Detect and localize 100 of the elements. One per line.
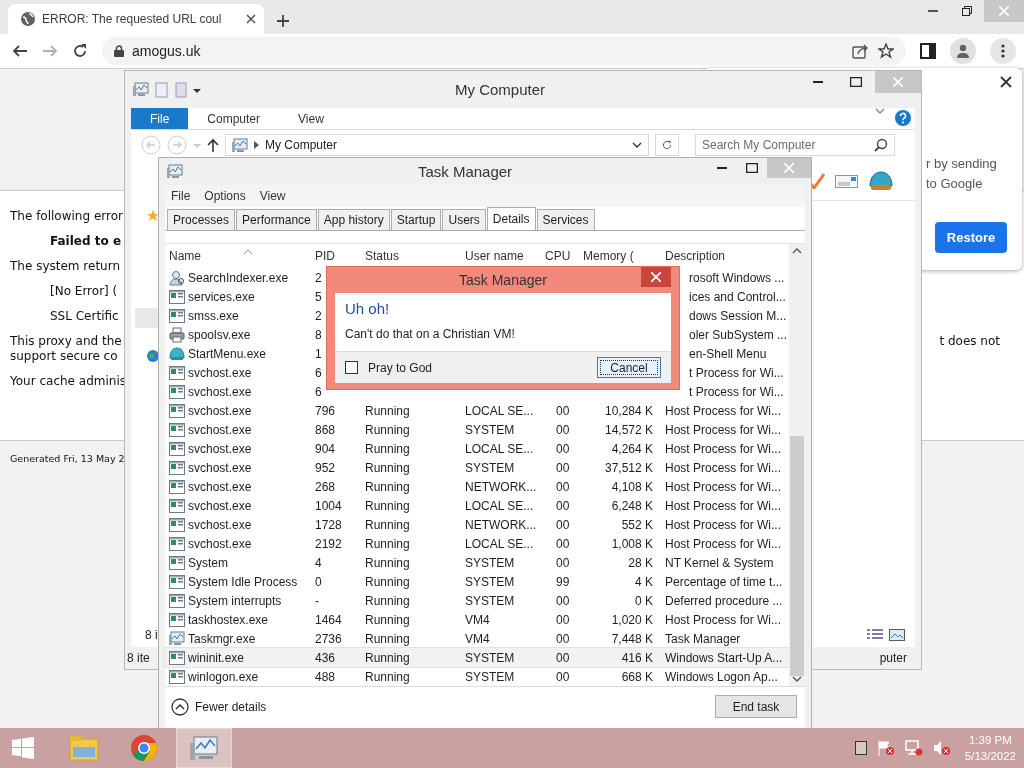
table-cell: 14,572 K bbox=[604, 422, 653, 437]
column-header[interactable]: CPU bbox=[541, 249, 579, 263]
scrollbar[interactable] bbox=[789, 244, 805, 686]
menu-item[interactable]: View bbox=[259, 189, 286, 203]
table-cell: 268 bbox=[315, 479, 336, 494]
search-field[interactable]: Search My Computer bbox=[695, 134, 895, 156]
end-task-button[interactable]: End task bbox=[715, 695, 797, 718]
tab[interactable]: Users bbox=[442, 209, 486, 230]
table-cell: 00 bbox=[556, 555, 570, 570]
cancel-button[interactable]: Cancel bbox=[597, 357, 661, 378]
share-icon[interactable] bbox=[852, 43, 870, 59]
flag-error-icon[interactable] bbox=[876, 740, 895, 756]
program-icon bbox=[169, 460, 185, 475]
tab[interactable]: Startup bbox=[390, 209, 442, 230]
taskbar-app[interactable] bbox=[176, 728, 232, 768]
table-cell: Running bbox=[365, 403, 410, 418]
restore-icon bbox=[962, 6, 972, 16]
table-cell: Running bbox=[365, 460, 410, 475]
process-name: winlogon.exe bbox=[188, 669, 259, 684]
column-header[interactable]: Status bbox=[361, 249, 461, 263]
reload-icon[interactable] bbox=[72, 43, 88, 59]
table-cell: - bbox=[315, 593, 319, 608]
process-name: svchost.exe bbox=[188, 422, 252, 437]
close-button[interactable] bbox=[641, 267, 671, 287]
help-icon[interactable] bbox=[895, 110, 911, 126]
up-icon[interactable] bbox=[207, 138, 219, 152]
address-text: amogus.uk bbox=[132, 43, 202, 59]
table-cell: 6,248 K bbox=[611, 498, 653, 513]
restore-button[interactable]: Restore bbox=[935, 222, 1007, 253]
tab[interactable]: App history bbox=[317, 209, 390, 230]
column-header[interactable]: Memory ( bbox=[579, 249, 659, 263]
menu-item[interactable]: File bbox=[171, 189, 191, 203]
monitor-chart-icon bbox=[169, 631, 185, 646]
selected-row[interactable]: wininit.exe 436 Running SYSTEM 00 416 K Windows Start-Up A... bbox=[165, 648, 789, 667]
table-cell: 952 bbox=[315, 460, 336, 475]
ribbon-tab[interactable]: File bbox=[131, 108, 189, 129]
tab[interactable]: Services bbox=[536, 209, 595, 230]
program-icon bbox=[169, 365, 185, 380]
error-text: t does not bbox=[939, 334, 1000, 348]
column-header[interactable]: PID bbox=[311, 249, 361, 263]
error-text: [No Error] ( bbox=[50, 284, 118, 298]
muted-speaker-icon[interactable] bbox=[932, 740, 951, 756]
column-header[interactable]: Name bbox=[165, 249, 311, 263]
table-cell: 4,108 K bbox=[611, 479, 653, 494]
footer-text: Generated Fri, 13 May 2 bbox=[10, 453, 125, 464]
star-icon[interactable] bbox=[878, 43, 894, 59]
network-icon[interactable] bbox=[904, 740, 923, 756]
check-icon[interactable] bbox=[809, 173, 825, 189]
card-icon[interactable] bbox=[835, 173, 859, 189]
menu-button[interactable] bbox=[990, 38, 1016, 64]
program-icon bbox=[169, 422, 185, 437]
fewer-details-link[interactable]: Fewer details bbox=[195, 699, 267, 714]
scrollbar-thumb[interactable] bbox=[790, 436, 804, 676]
column-header[interactable]: Description bbox=[659, 249, 789, 263]
process-name: Taskmgr.exe bbox=[188, 631, 256, 646]
process-name: System bbox=[188, 555, 228, 570]
column-header[interactable]: User name bbox=[461, 249, 541, 263]
lock-icon bbox=[114, 45, 124, 57]
process-name: svchost.exe bbox=[188, 460, 252, 475]
table-cell: Running bbox=[365, 555, 410, 570]
ribbon-tab[interactable]: View bbox=[279, 108, 343, 129]
close-icon[interactable] bbox=[1000, 76, 1012, 88]
plus-icon[interactable] bbox=[276, 14, 290, 28]
checkbox[interactable] bbox=[345, 361, 358, 374]
tab[interactable]: Performance bbox=[236, 209, 317, 230]
scroll-up-icon[interactable] bbox=[792, 248, 802, 254]
process-name: svchost.exe bbox=[188, 384, 252, 399]
table-cell: 1,020 K bbox=[611, 612, 653, 627]
chevron-icon bbox=[254, 141, 259, 149]
program-icon bbox=[169, 536, 185, 551]
profile-button[interactable] bbox=[950, 38, 976, 64]
close-icon[interactable] bbox=[246, 14, 256, 24]
expand-icon[interactable] bbox=[875, 108, 885, 116]
scroll-down-icon[interactable] bbox=[792, 676, 802, 682]
collapse-icon[interactable] bbox=[171, 697, 189, 716]
item-count: 8 i bbox=[145, 628, 158, 642]
close-icon bbox=[784, 163, 794, 173]
ribbon-tab[interactable]: Computer bbox=[188, 108, 280, 129]
table-cell: 00 bbox=[556, 593, 570, 608]
large-icons-icon[interactable] bbox=[889, 629, 905, 641]
error-text: This proxy and the bbox=[10, 334, 122, 348]
tab[interactable]: Processes bbox=[167, 209, 236, 230]
address-bar[interactable]: amogus.uk bbox=[102, 37, 906, 65]
checkbox-label: Pray to God bbox=[368, 360, 433, 375]
side-panel-icon[interactable] bbox=[920, 43, 936, 59]
address-field[interactable]: My Computer bbox=[225, 134, 649, 156]
browser-tab[interactable]: ERROR: The requested URL coul bbox=[8, 4, 264, 34]
tab[interactable]: Details bbox=[486, 207, 536, 230]
refresh-button[interactable] bbox=[655, 134, 679, 156]
program-icon bbox=[169, 384, 185, 399]
process-name: System Idle Process bbox=[188, 574, 298, 589]
table-cell: Host Process for Wi... bbox=[665, 441, 782, 456]
back-icon[interactable] bbox=[12, 43, 28, 59]
shell-icon[interactable] bbox=[869, 170, 893, 192]
dropdown-icon[interactable] bbox=[632, 142, 642, 148]
details-view-icon[interactable] bbox=[867, 629, 883, 641]
star-icon bbox=[147, 210, 159, 222]
process-name: taskhostex.exe bbox=[188, 612, 269, 627]
menu-item[interactable]: Options bbox=[204, 189, 246, 203]
square-icon[interactable] bbox=[854, 741, 867, 755]
